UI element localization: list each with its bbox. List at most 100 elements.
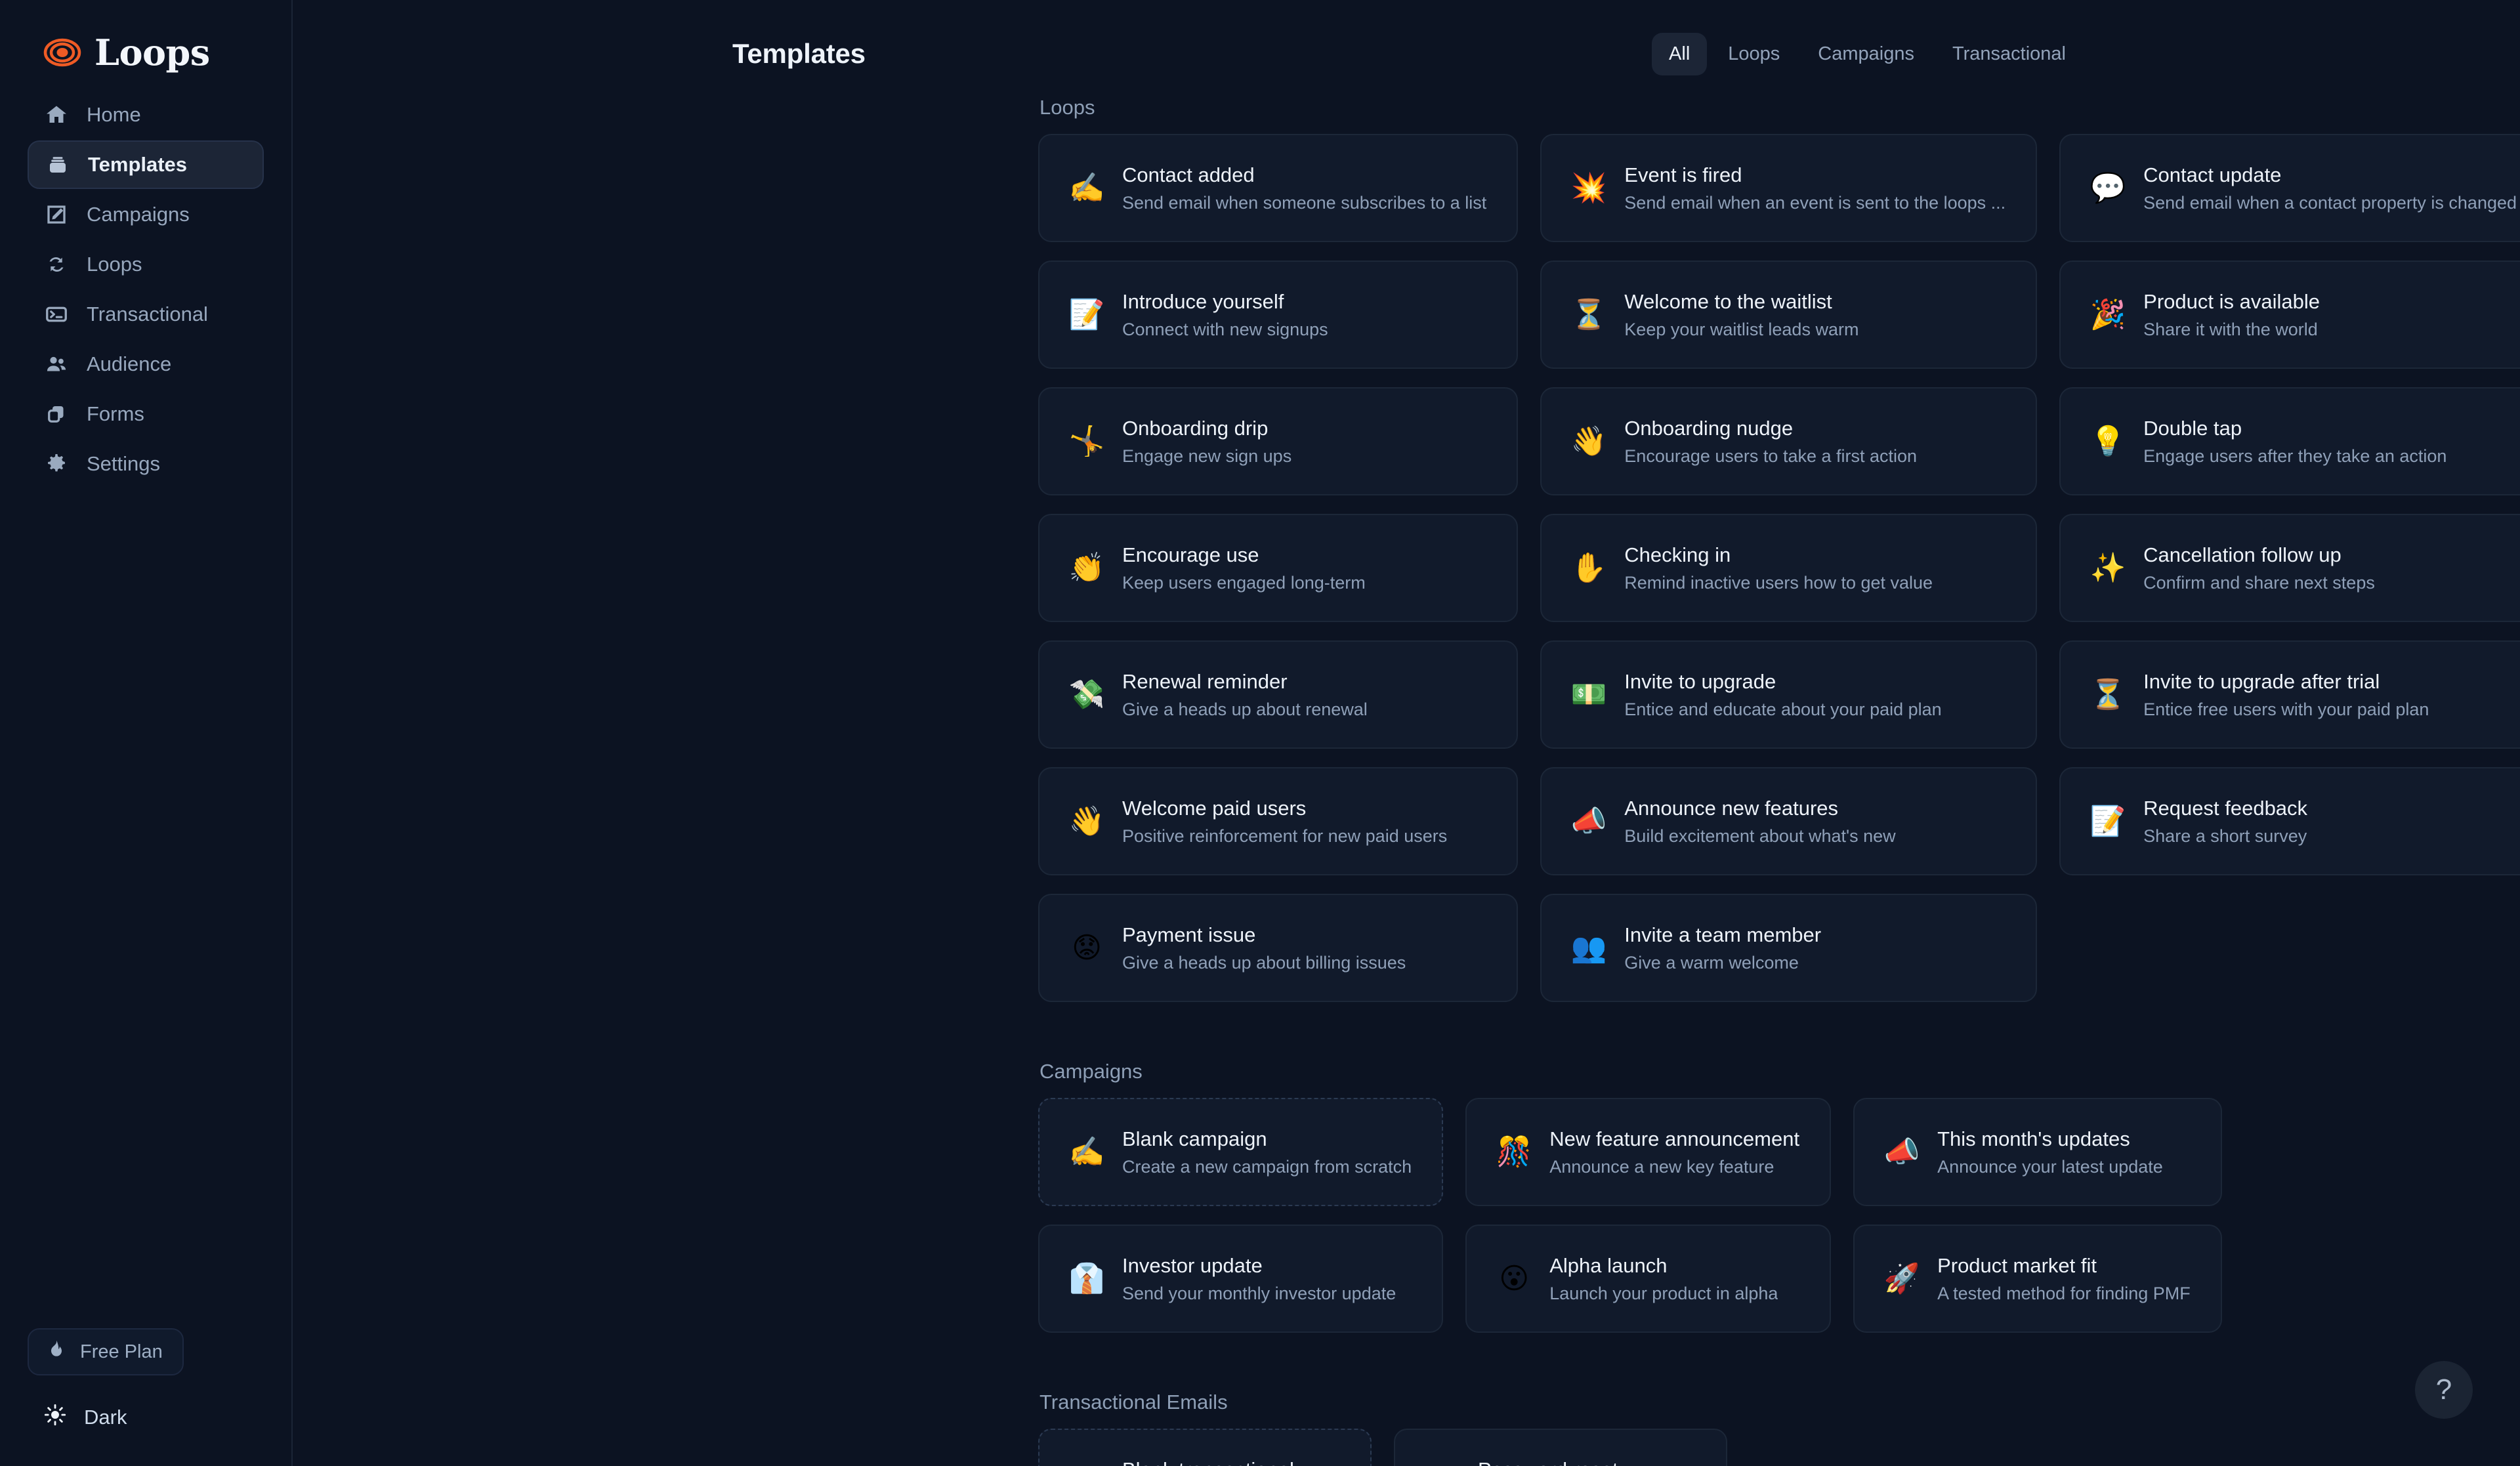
template-card-title: Product market fit	[1937, 1253, 2097, 1277]
template-card-text: Blank campaign Create a new campaign from…	[1122, 1127, 1412, 1177]
sidebar-item-settings[interactable]: Settings	[28, 440, 264, 488]
theme-toggle[interactable]: Dark	[28, 1398, 265, 1437]
speech-balloon-emoji: 💬	[2090, 171, 2126, 205]
template-card-title: Blank campaign	[1122, 1127, 1267, 1150]
template-card-text: Investor update Send your monthly investo…	[1122, 1254, 1396, 1304]
template-card[interactable]: 🎊 New feature announcement Announce a new …	[1465, 1098, 1832, 1206]
template-card-title: Renewal reminder	[1122, 669, 1288, 693]
template-card-title: Invite to upgrade	[1624, 669, 1776, 693]
template-card-text: Product is available Share it with the wo…	[2143, 290, 2320, 340]
sidebar: Loops Home Templates Campaigns Loops Tra…	[0, 0, 293, 1466]
help-button[interactable]: ?	[2415, 1361, 2473, 1419]
template-card-title: Contact added	[1122, 163, 1255, 186]
template-card[interactable]: 😟 Payment issue Give a heads up about bill…	[1038, 894, 1519, 1002]
template-card[interactable]: 📣 Announce new features Build excitement a…	[1540, 767, 2038, 875]
brand[interactable]: Loops	[0, 0, 291, 76]
template-card-title: Welcome to the waitlist	[1624, 289, 1832, 313]
template-card[interactable]: 📤Blank transactionalStart from scratch	[1038, 1429, 1372, 1466]
sidebar-item-audience[interactable]: Audience	[28, 340, 264, 388]
template-card-text: Introduce yourself Connect with new signu…	[1122, 290, 1328, 340]
template-card[interactable]: ✨ Cancellation follow up Confirm and share…	[2059, 514, 2520, 622]
template-card[interactable]: 📝 Introduce yourself Connect with new sign…	[1038, 261, 1519, 369]
templates-content: Loops ✍️ Contact added Send email when some…	[293, 96, 2520, 1466]
template-card[interactable]: ⏳ Invite to upgrade after trial Entice fre…	[2059, 640, 2520, 749]
template-card[interactable]: ⏳ Welcome to the waitlist Keep your waitli…	[1540, 261, 2038, 369]
template-card-text: Invite to upgrade after trial Entice free…	[2143, 670, 2429, 720]
sidebar-item-campaigns[interactable]: Campaigns	[28, 190, 264, 239]
sidebar-item-label: Settings	[87, 452, 161, 475]
collision-emoji: 💥	[1570, 171, 1607, 205]
sidebar-item-home[interactable]: Home	[28, 91, 264, 139]
template-card[interactable]: 🔑Password resetSend password reset email	[1394, 1429, 1727, 1466]
template-grid: ✍️ Blank campaign Create a new campaign fr…	[1038, 1098, 2222, 1333]
template-card[interactable]: 📝 Request feedback Share a short survey	[2059, 767, 2520, 875]
topbar: Templates All Loops Campaigns Transactio…	[293, 0, 2520, 79]
sidebar-item-transactional[interactable]: Transactional	[28, 290, 264, 339]
template-card-title: Cancellation follow up	[2143, 543, 2342, 566]
template-card-description: Share a short survey	[2143, 826, 2307, 846]
tab-loops[interactable]: Loops	[1711, 33, 1797, 75]
template-card-description: Engage users after they take an action	[2143, 446, 2447, 466]
page-title: Templates	[732, 38, 866, 69]
template-card-text: Blank transactionalStart from scratch	[1122, 1458, 1294, 1466]
template-card-text: Checking in Remind inactive users how to …	[1624, 543, 1933, 593]
sidebar-item-label: Loops	[87, 253, 142, 276]
template-card[interactable]: 🤸 Onboarding drip Engage new sign ups	[1038, 387, 1519, 495]
template-card[interactable]: ✋ Checking in Remind inactive users how to…	[1540, 514, 2038, 622]
template-card-description: Share it with the world	[2143, 319, 2318, 339]
template-card-text: Contact update Send email when a contact …	[2143, 163, 2517, 213]
template-card[interactable]: 💥 Event is fired Send email when an event …	[1540, 134, 2038, 242]
necktie-emoji: 👔	[1068, 1261, 1105, 1295]
template-card[interactable]: 📣 This month's updates Announce your lates…	[1853, 1098, 2222, 1206]
template-card[interactable]: 🎉 Product is available Share it with the w…	[2059, 261, 2520, 369]
template-card[interactable]: 💡 Double tap Engage users after they take …	[2059, 387, 2520, 495]
template-card-description: Entice free users with your paid plan	[2143, 699, 2429, 719]
sidebar-item-label: Templates	[88, 153, 188, 176]
waving-hand-emoji: 👋	[1570, 424, 1607, 458]
busts-in-silhouette-emoji: 👥	[1570, 931, 1607, 965]
template-card-title: Onboarding drip	[1122, 416, 1269, 440]
users-icon	[43, 351, 70, 377]
free-plan-button[interactable]: Free Plan	[28, 1328, 184, 1375]
sidebar-item-templates[interactable]: Templates	[28, 140, 264, 189]
template-card[interactable]: 👔 Investor update Send your monthly invest…	[1038, 1225, 1444, 1333]
template-card[interactable]: 👏 Encourage use Keep users engaged long-te…	[1038, 514, 1519, 622]
template-card-text: Event is fired Send email when an event i…	[1624, 163, 2006, 213]
template-card-text: Welcome paid users Positive reinforcement…	[1122, 797, 1447, 847]
template-card-description: Create a new campaign from scratch	[1122, 1156, 1412, 1177]
template-card-title: Onboarding nudge	[1624, 416, 1794, 440]
sidebar-item-forms[interactable]: Forms	[28, 390, 264, 438]
template-card[interactable]: 👋 Onboarding nudge Encourage users to take…	[1540, 387, 2038, 495]
template-card-title: This month's updates	[1937, 1127, 2130, 1150]
template-card[interactable]: 💬 Contact update Send email when a contact…	[2059, 134, 2520, 242]
template-filter-tabs: All Loops Campaigns Transactional	[1652, 32, 2083, 75]
template-card-description: Give a heads up about billing issues	[1122, 952, 1406, 973]
template-card-title: Blank transactional	[1122, 1458, 1294, 1466]
template-card-text: Onboarding drip Engage new sign ups	[1122, 417, 1292, 467]
sidebar-item-loops[interactable]: Loops	[28, 240, 264, 289]
template-card-title: Welcome paid users	[1122, 796, 1307, 820]
template-card-title: Contact update	[2143, 163, 2282, 186]
template-card[interactable]: 👋 Welcome paid users Positive reinforcemen…	[1038, 767, 1519, 875]
waving-hand-emoji: 👋	[1068, 804, 1105, 838]
template-card[interactable]: ✍️ Contact added Send email when someone s…	[1038, 134, 1519, 242]
tab-all[interactable]: All	[1652, 32, 1708, 75]
template-card-description: Launch your product in alpha	[1549, 1283, 1778, 1303]
template-card-description: Confirm and share next steps	[2143, 572, 2375, 593]
template-card[interactable]: 🚀 Product market fit A tested method for f…	[1853, 1225, 2222, 1333]
writing-hand-emoji: ✍️	[1068, 1135, 1105, 1169]
template-card-description: Announce your latest update	[1937, 1156, 2163, 1177]
template-card[interactable]: 😮 Alpha launch Launch your product in alph…	[1465, 1225, 1832, 1333]
template-card-description: Give a heads up about renewal	[1122, 699, 1368, 719]
dollar-banknote-emoji: 💵	[1570, 677, 1607, 711]
template-card[interactable]: 💸 Renewal reminder Give a heads up about r…	[1038, 640, 1519, 749]
template-card[interactable]: 👥 Invite a team member Give a warm welcome	[1540, 894, 2038, 1002]
template-card-text: Renewal reminder Give a heads up about re…	[1122, 670, 1368, 720]
template-card[interactable]: 💵 Invite to upgrade Entice and educate abo…	[1540, 640, 2038, 749]
tab-campaigns[interactable]: Campaigns	[1801, 33, 1931, 75]
template-card-description: Send email when someone subscribes to a …	[1122, 192, 1487, 213]
template-card-title: Investor update	[1122, 1253, 1263, 1277]
section-label: Loops	[1040, 96, 1095, 119]
tab-transactional[interactable]: Transactional	[1935, 33, 2083, 75]
template-card[interactable]: ✍️ Blank campaign Create a new campaign fr…	[1038, 1098, 1444, 1206]
